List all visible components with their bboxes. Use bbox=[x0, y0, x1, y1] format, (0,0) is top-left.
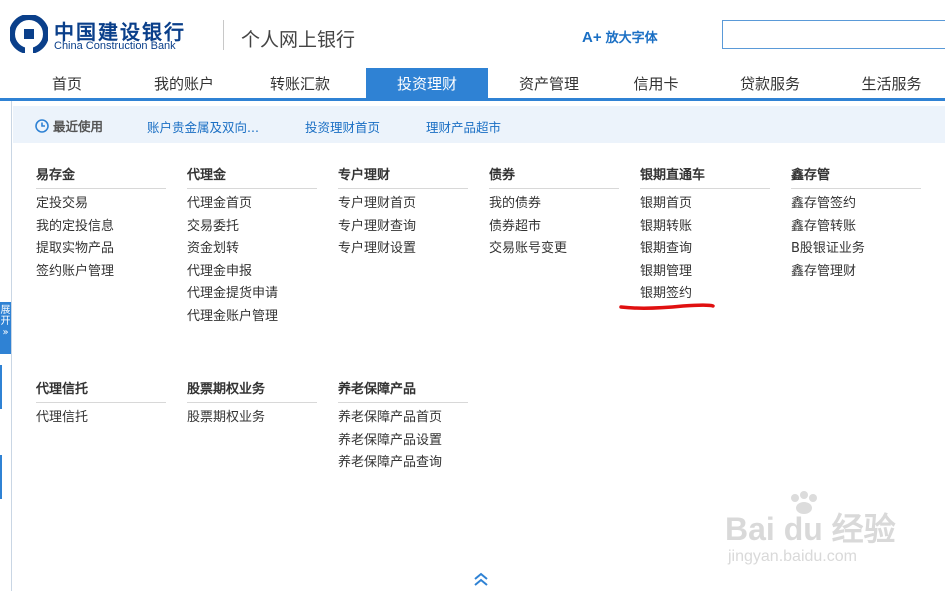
collapse-up-icon[interactable] bbox=[472, 571, 490, 587]
clock-icon bbox=[35, 118, 49, 133]
menu-col-title: 代理金 bbox=[187, 164, 317, 189]
menu-col-yicunjin: 易存金 定投交易 我的定投信息 提取实物产品 签约账户管理 bbox=[36, 164, 166, 283]
chevron-right-icon: » bbox=[2, 327, 9, 338]
recent-link-precious-metals[interactable]: 账户贵金属及双向... bbox=[147, 117, 259, 136]
portal-title: 个人网上银行 bbox=[241, 29, 356, 51]
menu-item[interactable]: 提取实物产品 bbox=[36, 238, 166, 261]
menu-col-title: 代理信托 bbox=[36, 378, 166, 403]
menu-item[interactable]: 鑫存管签约 bbox=[791, 193, 921, 216]
menu-item[interactable]: 代理信托 bbox=[36, 407, 166, 430]
recent-link-product-market[interactable]: 理财产品超市 bbox=[426, 117, 501, 136]
ccb-logo-icon[interactable] bbox=[10, 15, 48, 53]
recent-link-investment-home[interactable]: 投资理财首页 bbox=[305, 117, 380, 136]
watermark-main-text: Bai du 经验 bbox=[725, 511, 896, 547]
menu-item[interactable]: 债券超市 bbox=[489, 216, 619, 239]
enlarge-font-label: 放大字体 bbox=[605, 31, 658, 46]
menu-item[interactable]: 我的债券 bbox=[489, 193, 619, 216]
side-expand-label: 展开 bbox=[0, 305, 11, 327]
recent-used-label: 最近使用 bbox=[35, 116, 103, 135]
menu-col-title: 易存金 bbox=[36, 164, 166, 189]
menu-col-dailijin: 代理金 代理金首页 交易委托 资金划转 代理金申报 代理金提货申请 代理金账户管… bbox=[187, 164, 317, 328]
menu-col-xincunguan: 鑫存管 鑫存管签约 鑫存管转账 B股银证业务 鑫存管理财 bbox=[791, 164, 921, 283]
search-input[interactable] bbox=[722, 20, 945, 49]
nav-item-home[interactable]: 首页 bbox=[0, 68, 134, 99]
menu-col-title: 股票期权业务 bbox=[187, 378, 317, 403]
menu-item[interactable]: 鑫存管理财 bbox=[791, 261, 921, 284]
baidu-watermark: Bai du 经验 jingyan.baidu.com bbox=[725, 490, 925, 570]
menu-item[interactable]: 银期转账 bbox=[640, 216, 770, 239]
menu-item[interactable]: 签约账户管理 bbox=[36, 261, 166, 284]
red-underline-annotation bbox=[619, 303, 715, 310]
menu-col-title: 养老保障产品 bbox=[338, 378, 468, 403]
menu-item[interactable]: 银期首页 bbox=[640, 193, 770, 216]
side-edge-marker bbox=[0, 455, 2, 499]
menu-item[interactable]: 银期查询 bbox=[640, 238, 770, 261]
bank-name-en: China Construction Bank bbox=[54, 40, 176, 52]
menu-item[interactable]: B股银证业务 bbox=[791, 238, 921, 261]
nav-item-investment[interactable]: 投资理财 bbox=[366, 68, 488, 99]
menu-item[interactable]: 代理金首页 bbox=[187, 193, 317, 216]
menu-item[interactable]: 鑫存管转账 bbox=[791, 216, 921, 239]
nav-item-loan-service[interactable]: 贷款服务 bbox=[702, 68, 838, 99]
menu-col-yinqi: 银期直通车 银期首页 银期转账 银期查询 银期管理 银期签约 bbox=[640, 164, 770, 306]
nav-item-transfer[interactable]: 转账汇款 bbox=[234, 68, 366, 99]
menu-item[interactable]: 代理金提货申请 bbox=[187, 283, 317, 306]
menu-item[interactable]: 专户理财首页 bbox=[338, 193, 468, 216]
side-edge-marker bbox=[0, 365, 2, 409]
menu-item[interactable]: 定投交易 bbox=[36, 193, 166, 216]
menu-col-trust: 代理信托 代理信托 bbox=[36, 378, 166, 430]
menu-col-zhuanhu: 专户理财 专户理财首页 专户理财查询 专户理财设置 bbox=[338, 164, 468, 261]
watermark-url: jingyan.baidu.com bbox=[728, 548, 857, 565]
menu-col-pension: 养老保障产品 养老保障产品首页 养老保障产品设置 养老保障产品查询 bbox=[338, 378, 468, 475]
menu-item[interactable]: 养老保障产品查询 bbox=[338, 452, 468, 475]
menu-col-title: 专户理财 bbox=[338, 164, 468, 189]
header-divider bbox=[223, 20, 224, 50]
recent-used-text: 最近使用 bbox=[53, 119, 104, 134]
nav-item-life-service[interactable]: 生活服务 bbox=[838, 68, 945, 99]
menu-col-title: 银期直通车 bbox=[640, 164, 770, 189]
menu-col-title: 鑫存管 bbox=[791, 164, 921, 189]
menu-item[interactable]: 我的定投信息 bbox=[36, 216, 166, 239]
side-expand-tab[interactable]: 展开» bbox=[0, 302, 11, 354]
menu-item[interactable]: 资金划转 bbox=[187, 238, 317, 261]
menu-col-bonds: 债券 我的债券 债券超市 交易账号变更 bbox=[489, 164, 619, 261]
menu-col-options: 股票期权业务 股票期权业务 bbox=[187, 378, 317, 430]
menu-item[interactable]: 银期管理 bbox=[640, 261, 770, 284]
menu-item[interactable]: 代理金账户管理 bbox=[187, 306, 317, 329]
recent-bar: 最近使用 账户贵金属及双向... 投资理财首页 理财产品超市 bbox=[13, 106, 945, 143]
menu-item[interactable]: 专户理财查询 bbox=[338, 216, 468, 239]
menu-col-title: 债券 bbox=[489, 164, 619, 189]
menu-item[interactable]: 股票期权业务 bbox=[187, 407, 317, 430]
nav-item-my-account[interactable]: 我的账户 bbox=[134, 68, 234, 99]
menu-item[interactable]: 交易委托 bbox=[187, 216, 317, 239]
nav-item-credit-card[interactable]: 信用卡 bbox=[610, 68, 702, 99]
menu-item[interactable]: 交易账号变更 bbox=[489, 238, 619, 261]
menu-item[interactable]: 养老保障产品设置 bbox=[338, 430, 468, 453]
main-nav: 首页 我的账户 转账汇款 投资理财 资产管理 信用卡 贷款服务 生活服务 bbox=[0, 68, 945, 101]
enlarge-font-button[interactable]: A+ 放大字体 bbox=[582, 27, 658, 46]
menu-item[interactable]: 专户理财设置 bbox=[338, 238, 468, 261]
header: 中国建设银行 China Construction Bank 个人网上银行 A+… bbox=[0, 0, 945, 68]
menu-item[interactable]: 代理金申报 bbox=[187, 261, 317, 284]
menu-item[interactable]: 养老保障产品首页 bbox=[338, 407, 468, 430]
nav-item-asset-management[interactable]: 资产管理 bbox=[488, 68, 610, 99]
font-size-icon: A+ bbox=[582, 29, 602, 46]
